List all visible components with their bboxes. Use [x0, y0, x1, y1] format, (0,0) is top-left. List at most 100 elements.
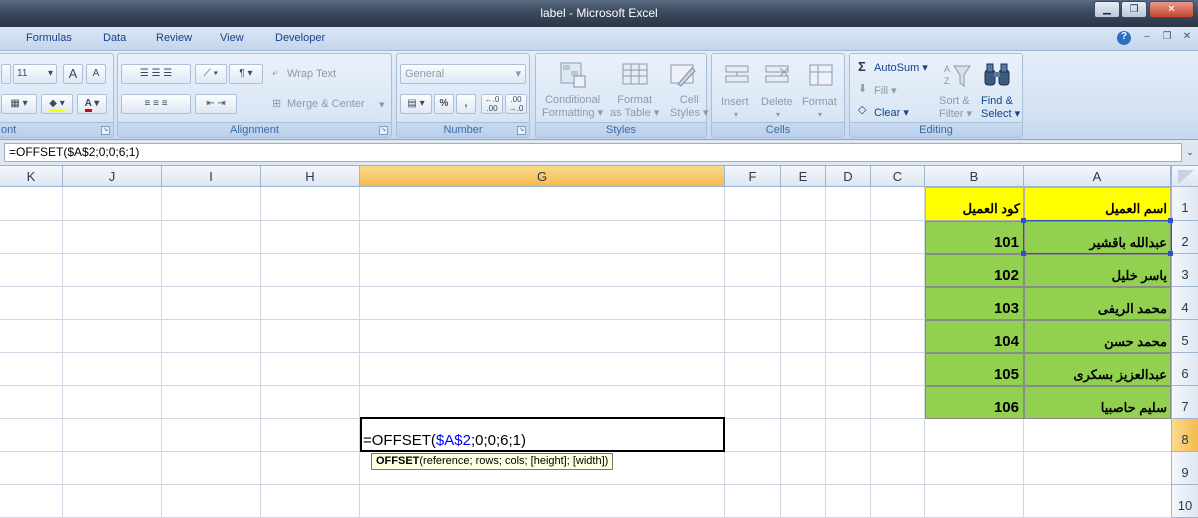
increase-decimal-button[interactable]: ←.0 .00: [481, 94, 503, 114]
wrap-text-button[interactable]: Wrap Text: [287, 68, 336, 80]
borders-button[interactable]: ▦ ▾: [1, 94, 37, 114]
number-dialog-launcher-icon[interactable]: ↘: [517, 126, 526, 135]
function-arguments-tooltip[interactable]: OFFSET(reference; rows; cols; [height]; …: [371, 453, 614, 470]
reference-handle[interactable]: [1021, 251, 1026, 256]
shrink-font-button[interactable]: A: [86, 64, 106, 84]
cell-a7[interactable]: سليم حاصبيا: [1024, 386, 1171, 419]
cell-b1-header[interactable]: كود العميل: [925, 187, 1024, 221]
workbook-restore-icon[interactable]: ❐: [1160, 31, 1174, 45]
column-header-b[interactable]: B: [925, 166, 1024, 187]
workbook-minimize-icon[interactable]: –: [1140, 31, 1154, 45]
cell-a3[interactable]: ياسر خليل: [1024, 254, 1171, 287]
worksheet-grid[interactable]: K J I H G F E D C B A 1 2 3 4 5 6 7 8 9 …: [0, 166, 1198, 518]
orientation-button[interactable]: ⟋ ▾: [195, 64, 227, 84]
font-color-button[interactable]: A ▾: [77, 94, 107, 114]
column-header-k[interactable]: K: [0, 166, 63, 187]
column-header-f[interactable]: F: [725, 166, 781, 187]
reference-handle[interactable]: [1021, 218, 1026, 223]
cell-a4[interactable]: محمد الريفى: [1024, 287, 1171, 320]
sort-filter-button[interactable]: Sort & Filter ▾: [939, 95, 972, 121]
column-header-g[interactable]: G: [360, 166, 725, 187]
row-header-4[interactable]: 4: [1171, 287, 1198, 320]
cell-a2[interactable]: عبدالله باقشير: [1024, 221, 1171, 254]
percent-style-button[interactable]: %: [434, 94, 454, 114]
row-header-7[interactable]: 7: [1171, 386, 1198, 419]
conditional-formatting-button[interactable]: Conditional Formatting ▾: [542, 94, 603, 120]
shrink-font-icon: A: [92, 68, 100, 79]
vertical-align-buttons[interactable]: ☰ ☰ ☰: [121, 64, 191, 84]
decrease-decimal-button[interactable]: .00 →.0: [505, 94, 527, 114]
row-header-6[interactable]: 6: [1171, 353, 1198, 386]
format-as-table-button[interactable]: Format as Table ▾: [610, 94, 659, 120]
column-header-d[interactable]: D: [826, 166, 871, 187]
rtl-direction-button[interactable]: ¶ ▾: [229, 64, 263, 84]
restore-window-button[interactable]: ❐: [1121, 1, 1147, 18]
tab-review[interactable]: Review: [156, 32, 192, 44]
tab-view[interactable]: View: [220, 32, 244, 44]
active-cell-g8-editor[interactable]: =OFFSET($A$2;0;0;6;1): [360, 417, 725, 452]
cell-styles-button[interactable]: Cell Styles ▾: [670, 94, 709, 120]
reference-handle[interactable]: [1168, 218, 1173, 223]
comma-style-button[interactable]: ,: [456, 94, 476, 114]
chevron-down-icon[interactable]: ▾: [379, 98, 385, 111]
font-name-combo[interactable]: [1, 64, 11, 84]
alignment-dialog-launcher-icon[interactable]: ↘: [379, 126, 388, 135]
clear-button[interactable]: Clear ▾: [874, 106, 909, 119]
cell-a6[interactable]: عبدالعزيز بسكرى: [1024, 353, 1171, 386]
formula-bar: =OFFSET($A$2;0;0;6;1) ⌄: [0, 140, 1198, 166]
formula-input[interactable]: =OFFSET($A$2;0;0;6;1): [4, 143, 1182, 162]
restore-icon: ❐: [1129, 4, 1139, 15]
minimize-window-button[interactable]: ▁: [1094, 1, 1120, 18]
number-format-combo[interactable]: General ▾: [400, 64, 526, 84]
row-header-5[interactable]: 5: [1171, 320, 1198, 353]
reference-handle[interactable]: [1168, 251, 1173, 256]
tab-formulas[interactable]: Formulas: [26, 32, 72, 44]
cell-b7[interactable]: 106: [925, 386, 1024, 419]
row-header-10[interactable]: 10: [1171, 485, 1198, 518]
expand-formula-bar-icon[interactable]: ⌄: [1184, 144, 1196, 161]
column-header-j[interactable]: J: [63, 166, 162, 187]
indent-buttons[interactable]: ⇤ ⇥: [195, 94, 237, 114]
accounting-format-button[interactable]: ▤ ▾: [400, 94, 432, 114]
column-header-h[interactable]: H: [261, 166, 360, 187]
column-header-a[interactable]: A: [1024, 166, 1171, 187]
cell-a1-header[interactable]: اسم العميل: [1024, 187, 1171, 221]
workbook-close-icon[interactable]: ✕: [1180, 31, 1194, 45]
format-button[interactable]: Format: [802, 96, 837, 108]
horizontal-align-buttons[interactable]: ≡ ≡ ≡: [121, 94, 191, 114]
row-header-3[interactable]: 3: [1171, 254, 1198, 287]
row-header-2[interactable]: 2: [1171, 221, 1198, 254]
cell-b6[interactable]: 105: [925, 353, 1024, 386]
tab-data[interactable]: Data: [103, 32, 126, 44]
clear-label: Clear: [874, 107, 901, 119]
help-icon[interactable]: ?: [1117, 31, 1131, 45]
column-header-c[interactable]: C: [871, 166, 925, 187]
fill-button[interactable]: Fill ▾: [874, 84, 897, 97]
chevron-down-icon[interactable]: ▾: [734, 110, 738, 119]
select-all-corner[interactable]: [1171, 166, 1198, 187]
delete-button[interactable]: Delete: [761, 96, 793, 108]
tooltip-function-name[interactable]: OFFSET: [376, 455, 419, 467]
autosum-button[interactable]: AutoSum ▾: [874, 61, 928, 74]
cell-b3[interactable]: 102: [925, 254, 1024, 287]
cell-a5[interactable]: محمد حسن: [1024, 320, 1171, 353]
font-size-combo[interactable]: 11 ▾: [13, 64, 57, 84]
grow-font-button[interactable]: A: [63, 64, 83, 84]
chevron-down-icon[interactable]: ▾: [776, 110, 780, 119]
fill-color-button[interactable]: ◆ ▾: [41, 94, 73, 114]
insert-button[interactable]: Insert: [721, 96, 749, 108]
tab-developer[interactable]: Developer: [275, 32, 325, 44]
cell-b4[interactable]: 103: [925, 287, 1024, 320]
row-header-8[interactable]: 8: [1171, 419, 1198, 452]
merge-center-button[interactable]: Merge & Center: [287, 98, 365, 110]
cell-b5[interactable]: 104: [925, 320, 1024, 353]
row-header-1[interactable]: 1: [1171, 187, 1198, 221]
chevron-down-icon[interactable]: ▾: [818, 110, 822, 119]
row-header-9[interactable]: 9: [1171, 452, 1198, 485]
find-select-button[interactable]: Find & Select ▾: [981, 95, 1020, 121]
column-header-i[interactable]: I: [162, 166, 261, 187]
close-window-button[interactable]: ✕: [1149, 1, 1194, 18]
font-dialog-launcher-icon[interactable]: ↘: [101, 126, 110, 135]
column-header-e[interactable]: E: [781, 166, 826, 187]
cell-b2[interactable]: 101: [925, 221, 1024, 254]
